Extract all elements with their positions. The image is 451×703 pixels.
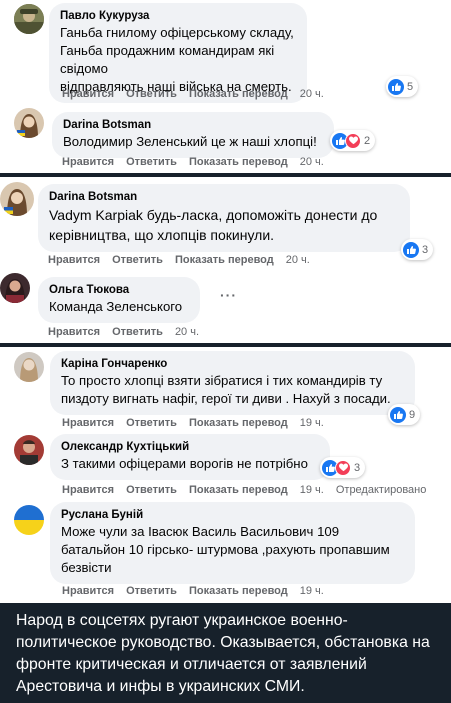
- translate-button[interactable]: Показать перевод: [175, 254, 274, 266]
- like-button[interactable]: Нравится: [62, 585, 114, 597]
- avatar-photo-icon: [14, 435, 44, 465]
- comment-text: Команда Зеленського: [49, 299, 183, 314]
- avatar[interactable]: [14, 352, 44, 382]
- comment-time[interactable]: 20 ч.: [175, 326, 199, 338]
- comment-time[interactable]: 19 ч.: [300, 585, 324, 597]
- reaction-count-value: 2: [364, 134, 371, 147]
- post-caption: Народ в соцсетях ругают украинское военн…: [16, 612, 430, 695]
- reply-button[interactable]: Ответить: [112, 254, 163, 266]
- comment-bubble: Darina Botsman Vadym Karpiak будь-ласка,…: [38, 184, 410, 252]
- comment-actions: Нравится Ответить Показать перевод 20 ч.: [62, 155, 336, 169]
- like-button[interactable]: Нравится: [62, 88, 114, 100]
- reaction-count-value: 5: [407, 80, 414, 93]
- translate-button[interactable]: Показать перевод: [189, 585, 288, 597]
- comment-text: З такими офіцерами ворогів не потрібно: [61, 456, 308, 471]
- reaction-count[interactable]: 3: [320, 457, 366, 478]
- comment-actions: Нравится Ответить Показать перевод 19 ч.: [62, 416, 336, 430]
- comment-actions: Нравится Ответить Показать перевод 19 ч.: [62, 584, 336, 598]
- screenshot-panel: Каріна Гончаренко То просто хлопці взяти…: [0, 347, 451, 603]
- avatar-photo-icon: [0, 273, 30, 303]
- comment-bubble: Руслана Буній Може чули за Івасюк Василь…: [50, 502, 415, 584]
- reply-button[interactable]: Ответить: [126, 156, 177, 168]
- reply-button[interactable]: Ответить: [126, 484, 177, 496]
- edited-label: Отредактировано: [335, 484, 427, 496]
- comment-time[interactable]: 20 ч.: [286, 254, 310, 266]
- reply-button[interactable]: Ответить: [126, 88, 177, 100]
- heart-icon: [335, 459, 351, 476]
- like-button[interactable]: Нравится: [48, 326, 100, 338]
- avatar-photo-icon: [14, 108, 44, 138]
- ukraine-flag-avatar-icon: [14, 505, 44, 535]
- reaction-count[interactable]: 5: [386, 76, 419, 97]
- reaction-count[interactable]: 3: [401, 239, 434, 260]
- comment-author[interactable]: Каріна Гончаренко: [61, 357, 404, 372]
- comment-bubble: Каріна Гончаренко То просто хлопці взяти…: [50, 351, 415, 415]
- comment-author[interactable]: Ольга Тюкова: [49, 283, 189, 298]
- like-button[interactable]: Нравится: [62, 156, 114, 168]
- avatar-photo-icon: [14, 4, 44, 34]
- comment-author[interactable]: Darina Botsman: [49, 190, 399, 205]
- comment-text: Vadym Karpiak будь-ласка, допоможіть дон…: [49, 207, 378, 243]
- reaction-count-value: 9: [409, 408, 416, 421]
- comment-text: Може чули за Івасюк Василь Васильович 10…: [61, 524, 390, 575]
- comment-bubble: Ольга Тюкова Команда Зеленського: [38, 277, 200, 323]
- avatar[interactable]: [0, 273, 30, 303]
- reply-button[interactable]: Ответить: [112, 326, 163, 338]
- comment-time[interactable]: 20 ч.: [300, 88, 324, 100]
- like-icon: [390, 406, 406, 423]
- like-button[interactable]: Нравится: [62, 484, 114, 496]
- comment-text: Володимир Зеленський це ж наші хлопці!: [63, 134, 317, 149]
- comment-actions: Нравится Ответить 20 ч.: [48, 325, 211, 339]
- reaction-count[interactable]: 2: [330, 130, 376, 151]
- screenshot-panel: Darina Botsman Vadym Karpiak будь-ласка,…: [0, 177, 451, 343]
- comment-time[interactable]: 19 ч.: [300, 417, 324, 429]
- reaction-count-value: 3: [422, 243, 429, 256]
- comment-time[interactable]: 20 ч.: [300, 156, 324, 168]
- screenshot-panel: Павло Кукуруза Ганьба гнилому офіцерсько…: [0, 0, 451, 173]
- comment-text: То просто хлопці взяти зібратися і тих к…: [61, 373, 391, 406]
- reply-button[interactable]: Ответить: [126, 585, 177, 597]
- reaction-count[interactable]: 9: [388, 404, 421, 425]
- like-button[interactable]: Нравится: [48, 254, 100, 266]
- translate-button[interactable]: Показать перевод: [189, 484, 288, 496]
- comment-author[interactable]: Павло Кукуруза: [60, 9, 296, 24]
- avatar-photo-icon: [0, 182, 34, 216]
- translate-button[interactable]: Показать перевод: [189, 417, 288, 429]
- reaction-count-value: 3: [354, 461, 361, 474]
- comment-author[interactable]: Darina Botsman: [63, 118, 323, 133]
- comment-actions: Нравится Ответить Показать перевод 19 ч. Отр…: [62, 483, 438, 497]
- avatar[interactable]: [14, 4, 44, 34]
- comment-author[interactable]: Руслана Буній: [61, 508, 404, 523]
- comment-author[interactable]: Олександр Кухтіцький: [61, 440, 319, 455]
- avatar[interactable]: [14, 108, 44, 138]
- like-icon: [403, 241, 419, 258]
- comment-bubble: Darina Botsman Володимир Зеленський це ж…: [52, 112, 334, 158]
- comment-actions: Нравится Ответить Показать перевод 20 ч.: [48, 253, 322, 267]
- avatar-photo-icon: [14, 352, 44, 382]
- avatar[interactable]: [14, 505, 44, 535]
- comment-actions: Нравится Ответить Показать перевод 20 ч.: [62, 87, 336, 101]
- more-options-icon[interactable]: ···: [220, 287, 237, 303]
- avatar[interactable]: [14, 435, 44, 465]
- translate-button[interactable]: Показать перевод: [189, 156, 288, 168]
- like-icon: [388, 78, 404, 95]
- comment-bubble: Олександр Кухтіцький З такими офіцерами …: [50, 434, 330, 480]
- comment-time[interactable]: 19 ч.: [300, 484, 324, 496]
- like-button[interactable]: Нравится: [62, 417, 114, 429]
- heart-icon: [345, 132, 361, 149]
- comment-text: Ганьба гнилому офіцерському складу, Гань…: [60, 25, 294, 94]
- avatar[interactable]: [0, 182, 34, 216]
- reply-button[interactable]: Ответить: [126, 417, 177, 429]
- translate-button[interactable]: Показать перевод: [189, 88, 288, 100]
